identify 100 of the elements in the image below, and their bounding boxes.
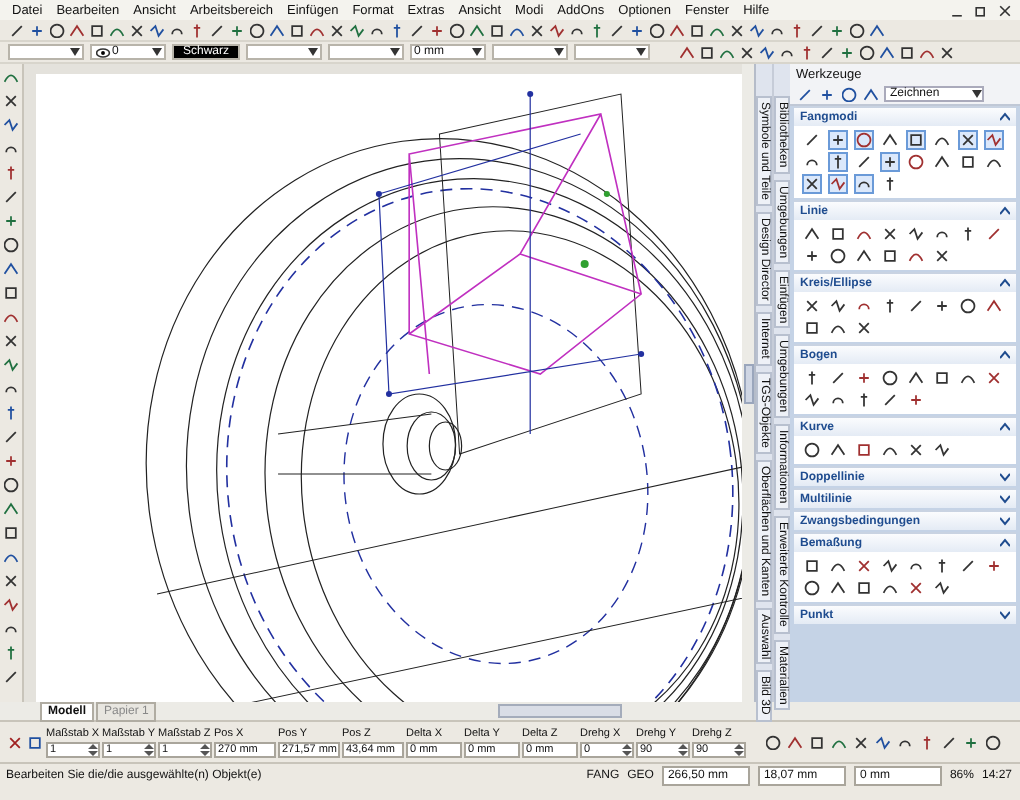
tool-button[interactable] [880, 224, 900, 244]
close-icon[interactable] [996, 1, 1014, 19]
tool-button[interactable] [880, 152, 900, 172]
spinner-icon[interactable] [678, 743, 688, 755]
dropdown-arrow-icon[interactable] [308, 48, 318, 56]
tool-button[interactable] [932, 152, 952, 172]
tool-button[interactable] [932, 368, 952, 388]
scrollbar-thumb[interactable] [743, 363, 753, 403]
property-dropdown[interactable] [8, 44, 84, 60]
collapse-icon[interactable] [1000, 206, 1010, 216]
tool-button[interactable] [828, 440, 848, 460]
tool-button[interactable] [932, 246, 952, 266]
tool-button[interactable] [802, 440, 822, 460]
collapse-icon[interactable] [1000, 112, 1010, 122]
apply-icon[interactable] [26, 733, 44, 751]
tool-button[interactable] [828, 174, 848, 194]
collapse-icon[interactable] [1000, 538, 1010, 548]
tool-button[interactable] [906, 578, 926, 598]
cancel-icon[interactable] [6, 733, 24, 751]
toolbar-icon[interactable] [984, 733, 1002, 751]
collapse-icon[interactable] [1000, 422, 1010, 432]
tool-icon[interactable] [2, 212, 20, 230]
tool-button[interactable] [802, 130, 822, 150]
dropdown-arrow-icon[interactable] [472, 48, 482, 56]
tool-button[interactable] [958, 296, 978, 316]
property-dropdown[interactable] [246, 44, 322, 60]
property-dropdown[interactable] [492, 44, 568, 60]
tool-icon[interactable] [2, 164, 20, 182]
tool-button[interactable] [906, 296, 926, 316]
tool-button[interactable] [880, 246, 900, 266]
tool-button[interactable] [802, 174, 822, 194]
tool-button[interactable] [828, 368, 848, 388]
toolbar-icon[interactable] [788, 21, 806, 39]
tool-button[interactable] [828, 224, 848, 244]
tool-button[interactable] [984, 368, 1004, 388]
toolbar-icon[interactable] [940, 733, 958, 751]
toolbar-icon[interactable] [208, 21, 226, 39]
tool-icon[interactable] [2, 332, 20, 350]
toolbar-icon[interactable] [388, 21, 406, 39]
tool-button[interactable] [958, 152, 978, 172]
tool-button[interactable] [802, 556, 822, 576]
tool-button[interactable] [906, 368, 926, 388]
tool-button[interactable] [984, 296, 1004, 316]
tool-button[interactable] [802, 578, 822, 598]
spinner-icon[interactable] [734, 743, 744, 755]
scrollbar-thumb[interactable] [498, 704, 623, 718]
tool-button[interactable] [802, 296, 822, 316]
palette-icon[interactable] [796, 85, 814, 103]
tool-button[interactable] [906, 390, 926, 410]
expand-icon[interactable] [1000, 610, 1010, 620]
tool-icon[interactable] [2, 92, 20, 110]
collapse-icon[interactable] [1000, 350, 1010, 360]
tool-button[interactable] [854, 246, 874, 266]
tool-button[interactable] [906, 440, 926, 460]
toolbar-icon[interactable] [728, 21, 746, 39]
tool-button[interactable] [880, 130, 900, 150]
tool-button[interactable] [854, 152, 874, 172]
tool-button[interactable] [880, 368, 900, 388]
toolbar-icon[interactable] [798, 43, 816, 61]
toolbar-icon[interactable] [738, 43, 756, 61]
tool-button[interactable] [906, 152, 926, 172]
expand-icon[interactable] [1000, 516, 1010, 526]
tool-icon[interactable] [2, 452, 20, 470]
toolbar-icon[interactable] [608, 21, 626, 39]
tool-button[interactable] [984, 130, 1004, 150]
toolbar-icon[interactable] [588, 21, 606, 39]
tool-button[interactable] [984, 556, 1004, 576]
tool-button[interactable] [984, 224, 1004, 244]
toolbar-icon[interactable] [328, 21, 346, 39]
restore-icon[interactable] [972, 1, 990, 19]
tool-button[interactable] [932, 296, 952, 316]
toolbar-icon[interactable] [408, 21, 426, 39]
tool-button[interactable] [854, 556, 874, 576]
spinner-icon[interactable] [144, 743, 154, 755]
spinner-icon[interactable] [200, 743, 210, 755]
tool-button[interactable] [906, 224, 926, 244]
toolbar-icon[interactable] [628, 21, 646, 39]
tool-button[interactable] [958, 556, 978, 576]
tool-button[interactable] [880, 390, 900, 410]
spinner-icon[interactable] [622, 743, 632, 755]
tool-button[interactable] [802, 390, 822, 410]
tool-button[interactable] [802, 224, 822, 244]
tool-button[interactable] [854, 318, 874, 338]
tool-icon[interactable] [2, 428, 20, 446]
toolbar-icon[interactable] [918, 733, 936, 751]
toolbar-icon[interactable] [838, 43, 856, 61]
tool-button[interactable] [932, 578, 952, 598]
tool-icon[interactable] [2, 644, 20, 662]
tool-button[interactable] [854, 578, 874, 598]
tool-button[interactable] [932, 440, 952, 460]
tool-button[interactable] [828, 246, 848, 266]
tool-button[interactable] [828, 130, 848, 150]
toolbar-icon[interactable] [428, 21, 446, 39]
property-dropdown[interactable] [574, 44, 650, 60]
dropdown-arrow-icon[interactable] [554, 48, 564, 56]
toolbar-icon[interactable] [962, 733, 980, 751]
tool-button[interactable] [854, 130, 874, 150]
tool-button[interactable] [958, 130, 978, 150]
tool-button[interactable] [906, 130, 926, 150]
expand-icon[interactable] [1000, 472, 1010, 482]
